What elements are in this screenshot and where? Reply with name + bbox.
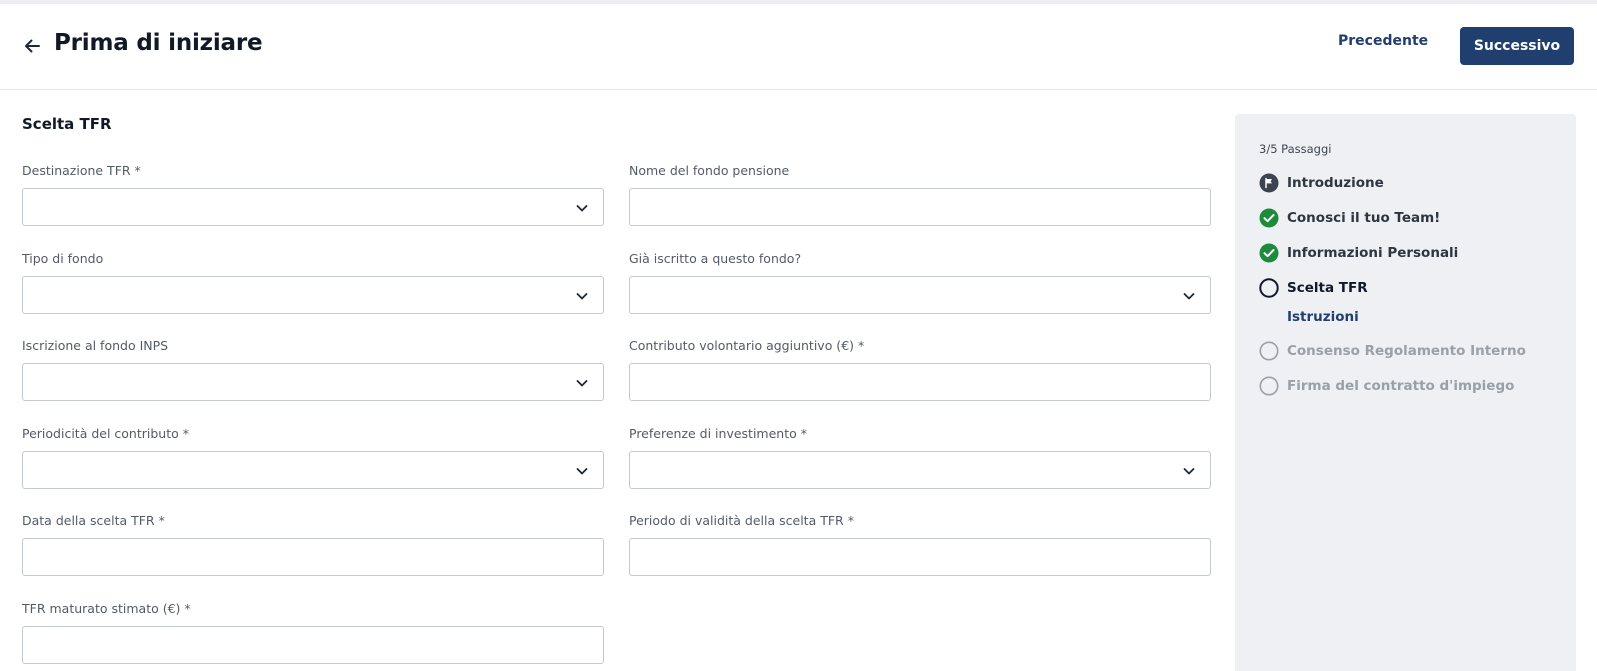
- gia-iscritto-label: Già iscritto a questo fondo?: [629, 251, 802, 266]
- substep-istruzioni[interactable]: Istruzioni: [1287, 309, 1359, 325]
- periodicita-contributo-select[interactable]: [22, 451, 604, 489]
- iscrizione-fondo-inps-label: Iscrizione al fondo INPS: [22, 338, 169, 353]
- chevron-down-icon: [576, 293, 588, 300]
- step-label: Consenso Regolamento Interno: [1287, 343, 1526, 359]
- step-informazioni-personali[interactable]: Informazioni Personali: [1259, 242, 1458, 264]
- iscrizione-fondo-inps-select[interactable]: [22, 363, 604, 401]
- step-label: Conosci il tuo Team!: [1287, 210, 1441, 226]
- empty-circle-icon: [1259, 376, 1279, 396]
- chevron-down-icon: [576, 380, 588, 387]
- previous-button[interactable]: Precedente: [1338, 33, 1428, 49]
- check-circle-icon: [1259, 208, 1279, 228]
- chevron-down-icon: [576, 205, 588, 212]
- section-title: Scelta TFR: [22, 115, 112, 133]
- tipo-di-fondo-select[interactable]: [22, 276, 604, 314]
- step-label: Introduzione: [1287, 175, 1384, 191]
- chevron-down-icon: [1183, 468, 1195, 475]
- periodicita-contributo-label: Periodicità del contributo *: [22, 426, 189, 441]
- step-label: Firma del contratto d'impiego: [1287, 378, 1515, 394]
- current-circle-icon: [1259, 278, 1279, 298]
- chevron-down-icon: [1183, 293, 1195, 300]
- contributo-volontario-label: Contributo volontario aggiuntivo (€) *: [629, 338, 865, 353]
- check-circle-icon: [1259, 243, 1279, 263]
- step-introduzione[interactable]: Introduzione: [1259, 172, 1384, 194]
- nome-fondo-pensione-input[interactable]: [629, 188, 1211, 226]
- tfr-maturato-label: TFR maturato stimato (€) *: [22, 601, 191, 616]
- progress-panel: 3/5 Passaggi Introduzione Conosci il tuo…: [1235, 114, 1576, 671]
- data-scelta-tfr-input[interactable]: [22, 538, 604, 576]
- next-button[interactable]: Successivo: [1460, 27, 1574, 65]
- chevron-down-icon: [576, 468, 588, 475]
- empty-circle-icon: [1259, 341, 1279, 361]
- arrow-left-icon: [25, 39, 40, 53]
- destinazione-tfr-select[interactable]: [22, 188, 604, 226]
- data-scelta-tfr-label: Data della scelta TFR *: [22, 513, 165, 528]
- page-header: Prima di iniziare Precedente Successivo: [0, 4, 1597, 90]
- nome-fondo-pensione-label: Nome del fondo pensione: [629, 163, 790, 178]
- gia-iscritto-select[interactable]: [629, 276, 1211, 314]
- preferenze-investimento-select[interactable]: [629, 451, 1211, 489]
- periodo-validita-label: Periodo di validità della scelta TFR *: [629, 513, 854, 528]
- step-conosci-team[interactable]: Conosci il tuo Team!: [1259, 207, 1440, 229]
- flag-icon: [1259, 173, 1279, 193]
- steps-count: 3/5 Passaggi: [1259, 142, 1332, 156]
- back-button[interactable]: [20, 34, 44, 58]
- step-consenso-regolamento: Consenso Regolamento Interno: [1259, 340, 1526, 362]
- step-firma-contratto: Firma del contratto d'impiego: [1259, 375, 1514, 397]
- page-title: Prima di iniziare: [54, 30, 263, 56]
- tfr-maturato-input[interactable]: [22, 626, 604, 664]
- periodo-validita-input[interactable]: [629, 538, 1211, 576]
- destinazione-tfr-label: Destinazione TFR *: [22, 163, 141, 178]
- step-scelta-tfr[interactable]: Scelta TFR: [1259, 277, 1368, 299]
- step-label: Scelta TFR: [1287, 280, 1368, 296]
- tipo-di-fondo-label: Tipo di fondo: [22, 251, 104, 266]
- contributo-volontario-input[interactable]: [629, 363, 1211, 401]
- preferenze-investimento-label: Preferenze di investimento *: [629, 426, 807, 441]
- step-label: Informazioni Personali: [1287, 245, 1459, 261]
